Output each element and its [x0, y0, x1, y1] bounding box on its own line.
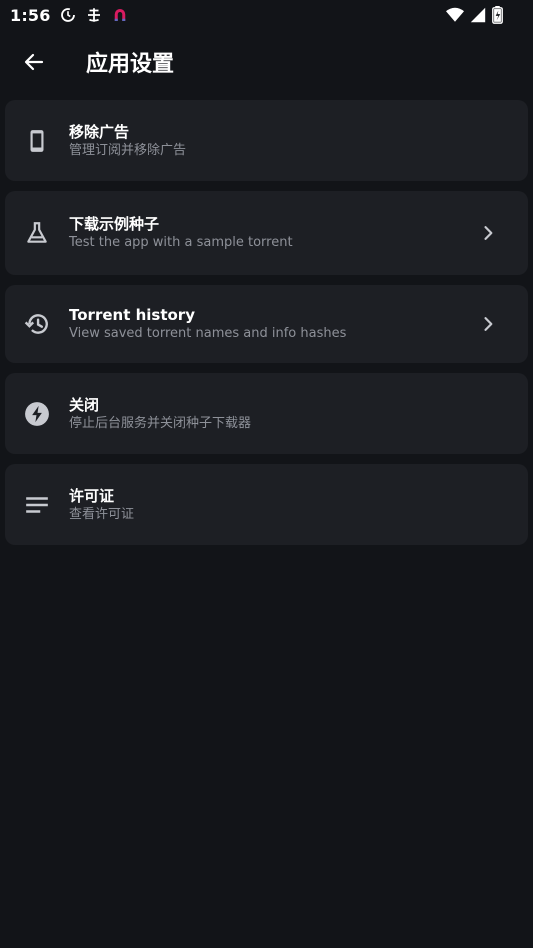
item-title: 下载示例种子: [69, 215, 160, 233]
flask-icon: [27, 222, 47, 243]
license-item[interactable]: 许可证 查看许可证: [5, 464, 528, 545]
phone-icon: [30, 129, 44, 152]
item-subtitle: View saved torrent names and info hashes: [69, 326, 347, 341]
item-subtitle: Test the app with a sample torrent: [69, 235, 293, 250]
power-bolt-icon: [25, 401, 49, 426]
wifi-icon: [446, 7, 464, 22]
torrent-history-item[interactable]: Torrent history View saved torrent names…: [5, 285, 528, 363]
download-sample-torrent-item[interactable]: 下载示例种子 Test the app with a sample torren…: [5, 191, 528, 275]
item-subtitle: 管理订阅并移除广告: [69, 142, 187, 158]
item-subtitle: 查看许可证: [69, 506, 135, 522]
item-title: 移除广告: [69, 122, 130, 141]
remove-ads-item[interactable]: 移除广告 管理订阅并移除广告: [5, 100, 528, 181]
chevron-right-icon: [484, 317, 493, 331]
back-button[interactable]: [8, 36, 60, 88]
page-title: 应用设置: [86, 52, 175, 77]
app-bar: 应用设置: [0, 36, 533, 88]
notes-icon: [26, 496, 48, 513]
status-time: 1:56: [10, 5, 51, 25]
sync-icon: [60, 8, 75, 22]
item-title: 关闭: [69, 395, 100, 414]
settings-list: 移除广告 管理订阅并移除广告 下载示例种子 Test the app with …: [5, 100, 528, 555]
item-title: Torrent history: [69, 306, 195, 324]
bug-icon: [87, 8, 100, 22]
signal-icon: [470, 7, 486, 23]
battery-charging-icon: [492, 6, 503, 24]
shutdown-item[interactable]: 关闭 停止后台服务并关闭种子下载器: [5, 373, 528, 454]
item-subtitle: 停止后台服务并关闭种子下载器: [69, 415, 252, 431]
magnet-icon: [114, 9, 125, 21]
chevron-right-icon: [484, 226, 493, 240]
history-icon: [24, 314, 48, 334]
item-title: 许可证: [69, 486, 115, 505]
status-bar: 1:56: [0, 0, 533, 30]
arrow-left-icon: [24, 53, 44, 71]
